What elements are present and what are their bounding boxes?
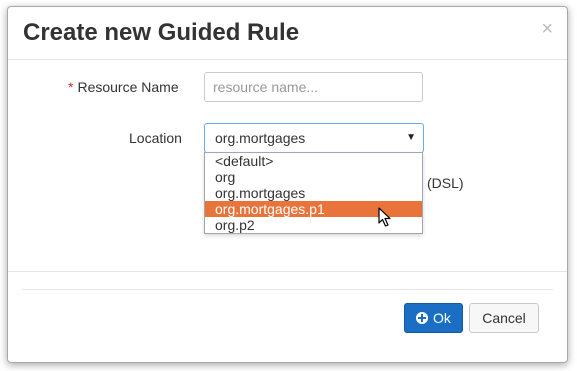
create-guided-rule-dialog: Create new Guided Rule × * Resource Name … — [7, 6, 568, 363]
cancel-button[interactable]: Cancel — [469, 303, 539, 333]
resource-name-label: * Resource Name — [68, 79, 179, 95]
footer-inner-divider — [22, 289, 553, 290]
location-select[interactable]: org.mortgages ▼ — [204, 123, 424, 153]
resource-name-label-text: Resource Name — [77, 79, 179, 95]
plus-circle-icon — [416, 312, 429, 324]
location-option-org[interactable]: org — [205, 169, 422, 185]
footer-divider — [8, 271, 567, 272]
ok-button[interactable]: Ok — [404, 303, 463, 333]
dialog-title: Create new Guided Rule — [23, 19, 300, 46]
location-option-default[interactable]: <default> — [205, 153, 422, 169]
location-label: Location — [129, 130, 182, 146]
dialog-header: Create new Guided Rule × — [8, 7, 567, 60]
cancel-button-label: Cancel — [482, 310, 526, 326]
resource-name-input[interactable] — [204, 72, 423, 102]
location-selected-value: org.mortgages — [215, 130, 306, 146]
caret-down-icon: ▼ — [406, 132, 416, 143]
close-icon[interactable]: × — [541, 19, 553, 39]
location-option-org-mortgages[interactable]: org.mortgages — [205, 185, 422, 201]
mouse-pointer-icon — [378, 207, 391, 227]
required-marker: * — [68, 79, 74, 95]
ok-button-label: Ok — [433, 310, 451, 326]
dsl-text: (DSL) — [427, 175, 464, 191]
